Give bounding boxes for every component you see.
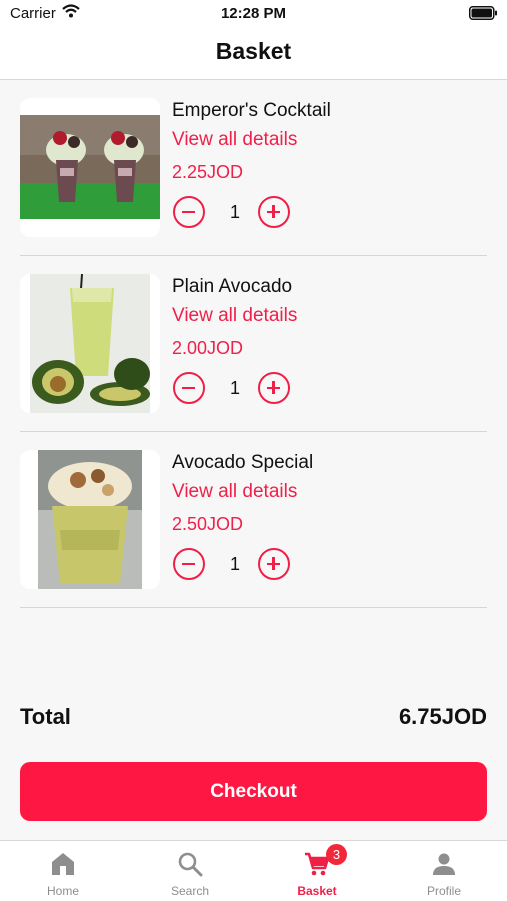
product-image[interactable]: [20, 98, 160, 237]
product-name: Plain Avocado: [172, 276, 293, 297]
view-details-link[interactable]: View all details: [172, 129, 297, 151]
navigation-bar: Basket: [0, 30, 507, 80]
search-icon: [178, 852, 203, 877]
tab-profile[interactable]: Profile: [381, 841, 507, 901]
total-row: Total 6.75JOD: [20, 704, 487, 734]
view-details-link[interactable]: View all details: [172, 305, 297, 327]
tab-label: Home: [46, 884, 79, 898]
quantity-value: 1: [229, 202, 240, 222]
home-icon: [52, 853, 74, 875]
tab-label: Profile: [426, 884, 461, 898]
minus-icon: [182, 562, 195, 565]
basket-item: Avocado Special View all details 2.50JOD…: [20, 432, 487, 608]
status-bar: Carrier 12:28 PM: [0, 0, 507, 30]
tab-label: Search: [170, 884, 210, 898]
product-price: 2.00JOD: [172, 338, 244, 358]
product-name: Emperor's Cocktail: [172, 100, 331, 121]
clock: 12:28 PM: [220, 5, 287, 22]
total-amount: 6.75JOD: [398, 704, 487, 729]
increase-quantity-button[interactable]: [258, 372, 290, 404]
tab-basket[interactable]: 3 Basket: [254, 841, 380, 901]
quantity-value: 1: [229, 554, 240, 574]
quantity-value: 1: [229, 378, 240, 398]
quantity-stepper: 1: [172, 372, 302, 408]
decrease-quantity-button[interactable]: [173, 372, 205, 404]
checkout-button[interactable]: Checkout: [20, 762, 487, 821]
tab-label: Basket: [297, 884, 337, 898]
minus-icon: [182, 386, 195, 389]
tab-bar: Home Search 3 Basket Profile: [0, 840, 507, 901]
decrease-quantity-button[interactable]: [173, 548, 205, 580]
view-details-link[interactable]: View all details: [172, 481, 297, 503]
battery-icon: [469, 6, 498, 25]
cart-count-badge: 3: [326, 844, 347, 865]
quantity-stepper: 1: [172, 548, 302, 584]
basket-item: Emperor's Cocktail View all details 2.25…: [20, 80, 487, 256]
product-price: 2.25JOD: [172, 162, 244, 182]
increase-quantity-button[interactable]: [258, 196, 290, 228]
tab-search[interactable]: Search: [127, 841, 253, 901]
page-title: Basket: [215, 38, 292, 64]
product-price: 2.50JOD: [172, 514, 244, 534]
person-icon: [433, 853, 455, 875]
product-image[interactable]: [20, 450, 160, 589]
decrease-quantity-button[interactable]: [173, 196, 205, 228]
tab-home[interactable]: Home: [0, 841, 126, 901]
increase-quantity-button[interactable]: [258, 548, 290, 580]
product-image[interactable]: [20, 274, 160, 413]
basket-item: Plain Avocado View all details 2.00JOD 1: [20, 256, 487, 432]
quantity-stepper: 1: [172, 196, 302, 232]
minus-icon: [182, 210, 195, 213]
basket-list: Emperor's Cocktail View all details 2.25…: [20, 80, 487, 608]
product-name: Avocado Special: [172, 452, 314, 473]
total-label: Total: [20, 704, 71, 729]
